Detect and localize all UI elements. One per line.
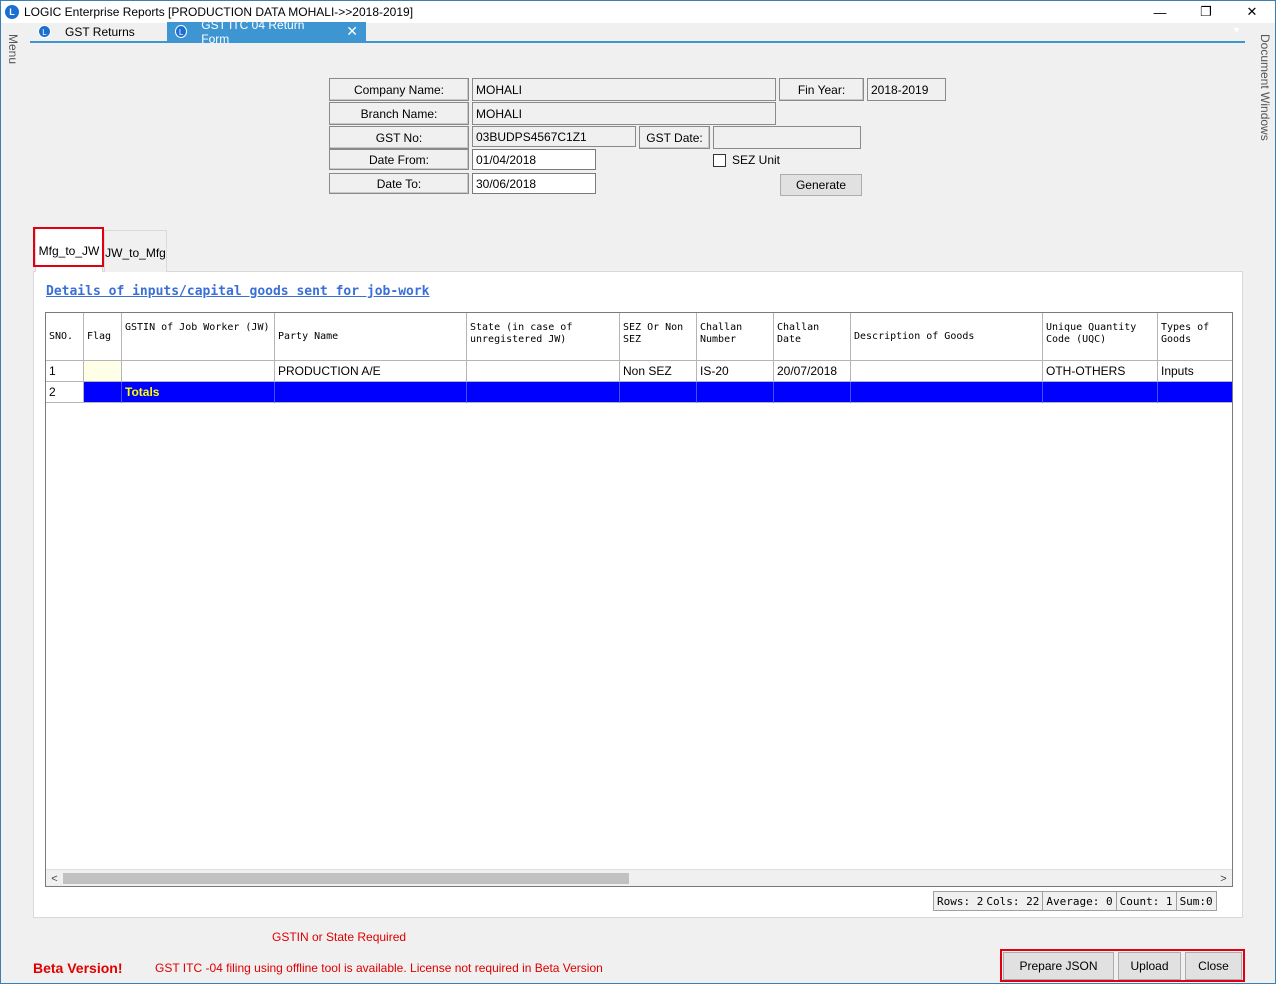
column-header[interactable]: Flag: [84, 313, 122, 361]
sez-unit-label: SEZ Unit: [732, 153, 781, 167]
side-menu-toggle[interactable]: Menu: [6, 34, 20, 64]
column-header[interactable]: State (in case of unregistered JW): [467, 313, 620, 361]
totals-cell[interactable]: [774, 382, 851, 403]
cell-sez[interactable]: Non SEZ: [620, 361, 697, 382]
totals-row[interactable]: 2 Totals: [46, 382, 1232, 403]
cell-flag[interactable]: [84, 382, 122, 403]
grid-status-bar: Rows: 2 Cols: 22 Average: 0 Count: 1 Sum…: [933, 891, 1217, 911]
fin-year-field[interactable]: 2018-2019: [867, 78, 946, 101]
tab-gst-returns[interactable]: L GST Returns: [30, 22, 167, 41]
totals-cell[interactable]: [620, 382, 697, 403]
totals-label[interactable]: Totals: [122, 382, 275, 403]
column-header[interactable]: GSTIN of Job Worker (JW): [122, 313, 275, 361]
close-tab-icon[interactable]: ✕: [346, 23, 358, 40]
minimize-button[interactable]: —: [1137, 1, 1183, 23]
cell-challan-number[interactable]: IS-20: [697, 361, 774, 382]
scroll-right-icon[interactable]: >: [1215, 870, 1232, 886]
generate-button[interactable]: Generate: [780, 174, 862, 196]
tab-gst-itc-04-return-form[interactable]: L GST ITC 04 Return Form ✕: [167, 18, 366, 46]
beta-label: Beta Version!: [33, 960, 123, 976]
beta-info-text: GST ITC -04 filing using offline tool is…: [155, 961, 603, 975]
company-name-field[interactable]: MOHALI: [472, 78, 776, 101]
cell-sno[interactable]: 2: [46, 382, 84, 403]
date-from-label: Date From:: [329, 149, 469, 170]
data-grid[interactable]: SNO. Flag GSTIN of Job Worker (JW) Party…: [45, 312, 1233, 887]
details-title[interactable]: Details of inputs/capital goods sent for…: [46, 284, 430, 299]
document-windows-toggle[interactable]: Document Windows: [1258, 34, 1272, 141]
column-header[interactable]: Types of Goods: [1158, 313, 1232, 361]
validation-message: GSTIN or State Required: [272, 930, 407, 944]
column-header[interactable]: SEZ Or Non SEZ: [620, 313, 697, 361]
cell-gstin[interactable]: [122, 361, 275, 382]
table-row[interactable]: 1 PRODUCTION A/E Non SEZ IS-20 20/07/201…: [46, 361, 1232, 382]
cell-state[interactable]: [467, 361, 620, 382]
column-header[interactable]: Challan Date: [774, 313, 851, 361]
branch-name-field[interactable]: MOHALI: [472, 102, 776, 125]
tab-jw-to-mfg[interactable]: JW_to_Mfg: [104, 230, 167, 272]
totals-cell[interactable]: [851, 382, 1043, 403]
status-cols: Cols: 22: [986, 891, 1043, 911]
close-button[interactable]: Close: [1185, 952, 1242, 980]
cell-types-of-goods[interactable]: Inputs: [1158, 361, 1232, 382]
horizontal-scrollbar[interactable]: < >: [46, 869, 1232, 886]
tab-label: GST ITC 04 Return Form: [201, 17, 305, 46]
status-count: Count: 1: [1115, 891, 1176, 911]
prepare-json-button[interactable]: Prepare JSON: [1003, 952, 1114, 980]
date-to-label: Date To:: [329, 173, 469, 194]
totals-cell[interactable]: [697, 382, 774, 403]
gst-date-label: GST Date:: [639, 126, 710, 149]
gst-no-field[interactable]: 03BUDPS4567C1Z1: [472, 126, 636, 147]
gst-date-field[interactable]: [713, 126, 861, 149]
totals-cell[interactable]: [467, 382, 620, 403]
column-header[interactable]: Challan Number: [697, 313, 774, 361]
tab-dropdown-icon[interactable]: ▼: [1232, 25, 1241, 35]
scroll-left-icon[interactable]: <: [46, 870, 63, 886]
cell-description[interactable]: [851, 361, 1043, 382]
branch-name-label: Branch Name:: [329, 102, 469, 125]
totals-cell[interactable]: [275, 382, 467, 403]
tab-label: GST Returns: [65, 24, 135, 39]
scrollbar-thumb[interactable]: [63, 873, 629, 884]
app-logo-icon: L: [38, 25, 51, 38]
date-to-input[interactable]: 30/06/2018: [472, 173, 596, 194]
upload-button[interactable]: Upload: [1118, 952, 1181, 980]
app-logo-icon: L: [5, 5, 19, 19]
column-header[interactable]: Description of Goods: [851, 313, 1043, 361]
column-header[interactable]: Unique Quantity Code (UQC): [1043, 313, 1158, 361]
gst-no-label: GST No:: [329, 126, 469, 149]
column-header[interactable]: SNO.: [46, 313, 84, 361]
company-name-label: Company Name:: [329, 78, 469, 101]
date-from-input[interactable]: 01/04/2018: [472, 149, 596, 170]
title-bar: L LOGIC Enterprise Reports [PRODUCTION D…: [1, 1, 1275, 23]
app-logo-icon: L: [175, 25, 188, 38]
close-window-button[interactable]: ✕: [1229, 1, 1275, 23]
restore-button[interactable]: ❐: [1183, 1, 1229, 23]
cell-flag[interactable]: [84, 361, 122, 382]
cell-challan-date[interactable]: 20/07/2018: [774, 361, 851, 382]
column-header[interactable]: Party Name: [275, 313, 467, 361]
status-sum: Sum:0: [1175, 891, 1217, 911]
status-average: Average: 0: [1042, 891, 1116, 911]
grid-header-row: SNO. Flag GSTIN of Job Worker (JW) Party…: [46, 313, 1232, 361]
totals-cell[interactable]: [1158, 382, 1232, 403]
fin-year-label: Fin Year:: [779, 78, 864, 101]
mfg-tab-highlight: [33, 227, 104, 267]
cell-party-name[interactable]: PRODUCTION A/E: [275, 361, 467, 382]
document-tab-strip: L GST Returns L GST ITC 04 Return Form ✕…: [30, 18, 1245, 46]
cell-uqc[interactable]: OTH-OTHERS: [1043, 361, 1158, 382]
totals-cell[interactable]: [1043, 382, 1158, 403]
status-rows: Rows: 2: [933, 891, 987, 911]
cell-sno[interactable]: 1: [46, 361, 84, 382]
sez-unit-checkbox[interactable]: [713, 154, 726, 167]
